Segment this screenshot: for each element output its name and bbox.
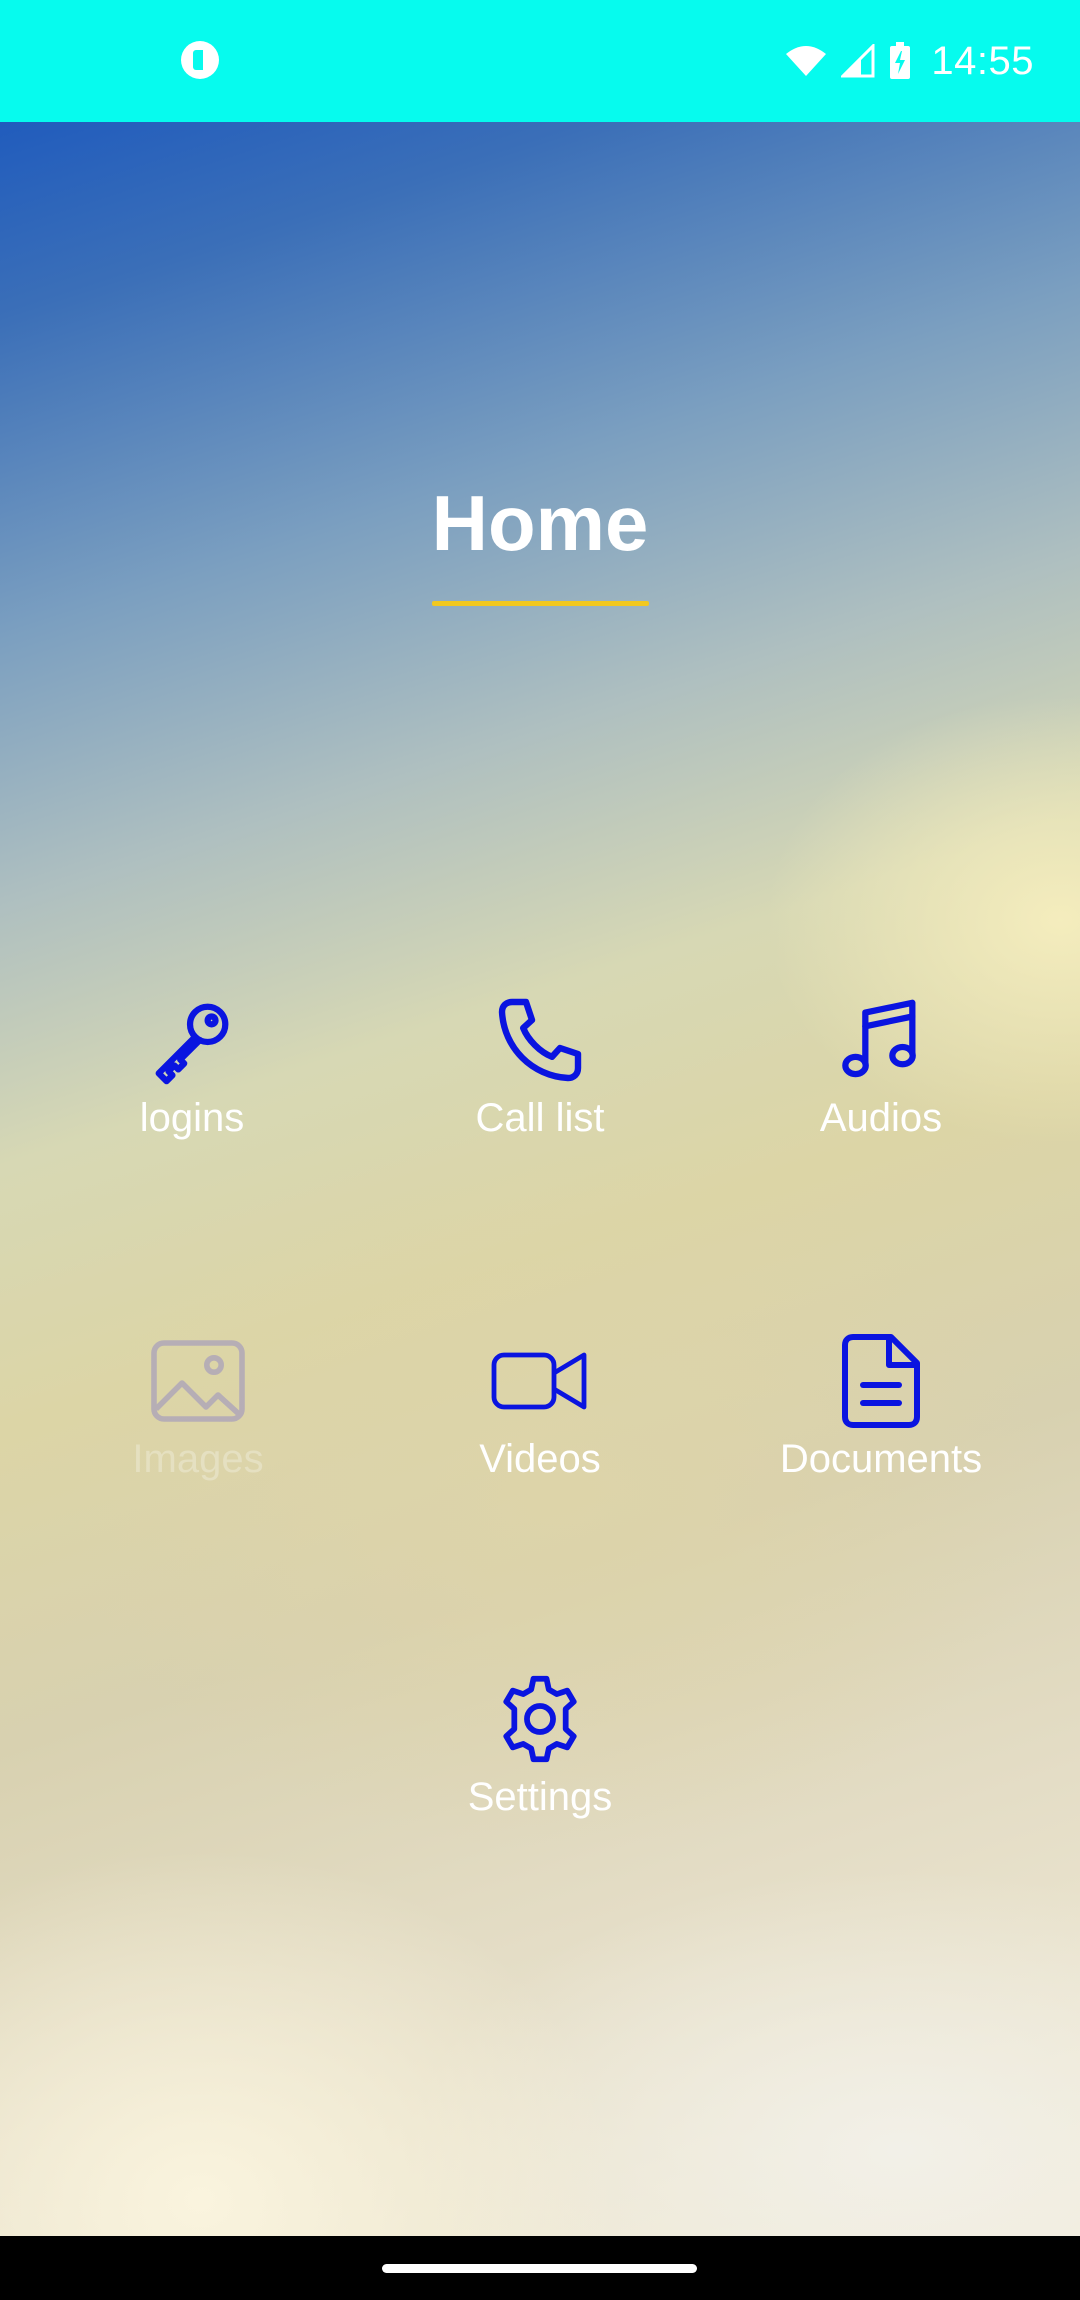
music-note-icon <box>831 990 931 1090</box>
menu-item-label: Images <box>132 1437 264 1481</box>
gear-icon <box>490 1669 590 1769</box>
menu-item-label: Documents <box>779 1437 983 1481</box>
home-gesture-handle[interactable] <box>382 2264 697 2273</box>
key-icon <box>142 990 242 1090</box>
menu-item-images: Images <box>48 1331 348 1531</box>
menu-item-logins[interactable]: logins <box>42 990 342 1190</box>
menu-item-settings[interactable]: Settings <box>390 1669 690 1869</box>
signal-icon <box>841 44 875 78</box>
menu-item-audios[interactable]: Audios <box>731 990 1031 1190</box>
status-icons: 14:55 <box>785 34 1034 88</box>
menu-item-documents[interactable]: Documents <box>731 1331 1031 1531</box>
home-screen: 14:55 Home logins Call list Audios Image… <box>0 0 1080 2300</box>
phone-icon <box>490 990 590 1090</box>
title-underline <box>432 601 649 606</box>
menu-item-label: Audios <box>819 1096 943 1140</box>
menu-item-label: Videos <box>479 1437 601 1481</box>
menu-item-videos[interactable]: Videos <box>390 1331 690 1531</box>
menu-item-label: Call list <box>475 1096 605 1140</box>
status-bar: 14:55 <box>0 0 1080 122</box>
battery-charging-icon <box>889 42 911 80</box>
menu-item-label: Settings <box>467 1775 613 1819</box>
menu-item-call-list[interactable]: Call list <box>390 990 690 1190</box>
wifi-icon <box>785 44 827 78</box>
menu-item-label: logins <box>139 1096 245 1140</box>
status-clock: 14:55 <box>931 38 1034 83</box>
page-title: Home <box>431 479 649 567</box>
image-icon <box>148 1331 248 1431</box>
document-icon <box>831 1331 931 1431</box>
video-camera-icon <box>490 1331 590 1431</box>
app-notification-icon <box>181 41 219 79</box>
